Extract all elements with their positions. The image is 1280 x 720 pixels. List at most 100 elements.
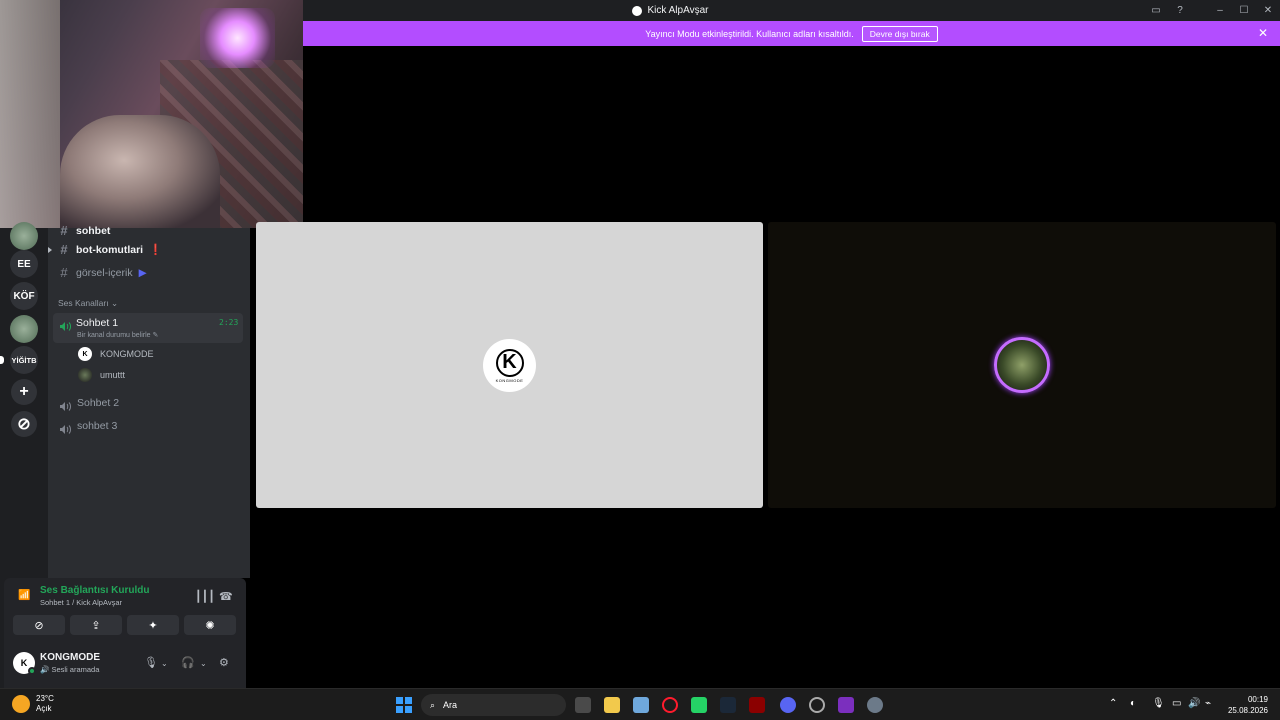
banner-text: Yayıncı Modu etkinleştirildi. Kullanıcı … — [645, 28, 854, 39]
voice-member[interactable]: K KONGMODE — [78, 347, 154, 361]
file-explorer-icon[interactable] — [604, 697, 620, 713]
voice-location[interactable]: Sohbet 1 / Kick AlpAvşar — [40, 598, 122, 607]
noise-suppression-icon[interactable]: ┃┃┃ — [195, 590, 215, 603]
speaker-icon — [60, 421, 71, 434]
search-icon: ⌕ — [430, 699, 436, 710]
tray-overflow-icon[interactable]: ⌃ — [1109, 698, 1117, 709]
streamer-mode-banner: Yayıncı Modu etkinleştirildi. Kullanıcı … — [303, 21, 1280, 46]
participant-tile-kongmode[interactable]: K KONGMODE — [256, 222, 763, 508]
webcam-overlay — [0, 0, 303, 228]
participant-tile-umuttt[interactable] — [768, 222, 1276, 508]
server-kof[interactable]: KÖF — [10, 282, 38, 310]
taskbar-clock[interactable]: 00:19 25.08.2026 — [1228, 694, 1268, 716]
clock-date: 25.08.2026 — [1227, 706, 1268, 715]
tray-mic-icon[interactable]: 🎙 — [1152, 698, 1165, 709]
voice-status[interactable]: Ses Bağlantısı Kuruldu — [40, 585, 149, 596]
participant-avatar: K KONGMODE — [483, 339, 536, 392]
chevron-down-icon: ⌄ — [110, 298, 119, 308]
taskbar-search[interactable]: ⌕ Ara — [421, 694, 566, 716]
banner-close-icon[interactable]: ✕ — [1258, 26, 1268, 40]
disable-streamer-mode-button[interactable]: Devre dışı bırak — [861, 25, 938, 42]
play-emoji-icon: ▶ — [138, 266, 147, 279]
chevron-down-icon[interactable]: ⌄ — [161, 659, 168, 668]
microphone-icon[interactable]: 🎙 — [144, 656, 158, 669]
steam-icon[interactable] — [720, 697, 736, 713]
opera-icon[interactable] — [662, 697, 678, 713]
tray-network-icon[interactable]: ⌁ — [1205, 698, 1211, 709]
screen-share-button[interactable]: ⇪ — [70, 615, 122, 635]
disconnect-icon[interactable]: ☎ — [219, 590, 233, 603]
minimize-button[interactable]: – — [1208, 0, 1232, 21]
server-ee[interactable]: EE — [10, 250, 38, 278]
unread-caret-icon — [48, 247, 52, 253]
app-icon[interactable] — [749, 697, 765, 713]
channel-gorsel-icerik[interactable]: # görsel-içerik ▶ — [58, 265, 147, 280]
taskbar: 23°C Açık ⌕ Ara ⌃ ◐ 🎙 ▭ 🔊 ⌁ 00:19 25.08.… — [0, 688, 1280, 720]
camera-off-button[interactable]: ⊘ — [13, 615, 65, 635]
online-status-indicator — [28, 667, 36, 675]
server-icon-top[interactable] — [10, 222, 38, 250]
neon-sign — [200, 8, 275, 68]
window-controls: ▭ ? – ☐ ✕ — [1144, 0, 1280, 21]
maximize-button[interactable]: ☐ — [1232, 0, 1256, 21]
voice-timer: 2:23 — [219, 318, 239, 327]
tray-app-icon[interactable]: ◐ — [1130, 698, 1136, 709]
speaker-icon — [60, 318, 71, 331]
help-icon[interactable]: ? — [1168, 0, 1192, 21]
channel-label: görsel-içerik — [76, 266, 133, 279]
store-icon[interactable] — [633, 697, 649, 713]
member-name: umuttt — [100, 370, 126, 380]
avatar-caption: KONGMODE — [495, 377, 524, 383]
signal-icon[interactable]: 📶 — [18, 590, 30, 601]
participant-avatar-speaking — [994, 337, 1050, 393]
discord-logo-icon — [631, 5, 642, 16]
weather-widget[interactable]: 23°C Açık — [12, 694, 54, 714]
settings-gear-icon[interactable]: ⚙ — [219, 656, 229, 669]
channel-sidebar: # sohbet # bot-komutlari ❗ # görsel-içer… — [48, 223, 250, 578]
discord-taskbar-icon[interactable] — [780, 697, 796, 713]
start-button[interactable] — [396, 697, 412, 713]
channel-status-prompt[interactable]: Bir kanal durumu belirle ✎ — [77, 331, 158, 339]
hash-icon: # — [60, 265, 68, 280]
avatar-letter: K — [495, 348, 524, 377]
voice-member[interactable]: umuttt — [78, 368, 125, 382]
server-image[interactable] — [10, 315, 38, 343]
server-yigitb[interactable]: YİĞİTB — [10, 346, 38, 374]
channel-label: sohbet — [76, 224, 111, 237]
inbox-icon[interactable]: ▭ — [1144, 0, 1168, 21]
chevron-down-icon[interactable]: ⌄ — [200, 659, 207, 668]
status-prompt-text: Bir kanal durumu belirle — [77, 332, 151, 339]
user-status: 🔊 Sesli aramada — [40, 665, 100, 674]
add-server-icon[interactable]: + — [11, 379, 37, 405]
clapper-icon[interactable] — [838, 697, 854, 713]
channel-bot-komutlari[interactable]: # bot-komutlari ❗ — [58, 242, 162, 257]
tray-volume-icon[interactable]: 🔊 — [1188, 698, 1200, 709]
category-label: Ses Kanalları — [58, 298, 109, 308]
tray-monitor-icon[interactable]: ▭ — [1172, 698, 1181, 709]
user-name[interactable]: KONGMODE — [40, 652, 100, 663]
pencil-icon: ✎ — [152, 332, 159, 339]
soundboard-button[interactable]: ✺ — [184, 615, 236, 635]
voice-channel-sohbet-2[interactable]: Sohbet 2 — [77, 397, 119, 409]
whatsapp-icon[interactable] — [691, 697, 707, 713]
member-avatar — [78, 368, 92, 382]
hash-icon: # — [60, 223, 68, 238]
voice-category-header[interactable]: Ses Kanalları ⌄ — [58, 298, 118, 309]
weather-temp: 23°C — [36, 694, 54, 703]
window-title: Kick AlpAvşar — [647, 5, 709, 16]
headphones-icon[interactable]: 🎧 — [181, 656, 195, 669]
clock-time: 00:19 — [1247, 695, 1268, 704]
task-view-icon[interactable] — [575, 697, 591, 713]
webcam-background-door — [0, 0, 60, 228]
settings-taskbar-icon[interactable] — [867, 697, 883, 713]
exclamation-icon: ❗ — [149, 244, 163, 256]
close-window-button[interactable]: ✕ — [1256, 0, 1280, 21]
channel-sohbet[interactable]: # sohbet — [58, 223, 110, 238]
weather-desc: Açık — [36, 704, 52, 713]
voice-connection-panel: 📶 Ses Bağlantısı Kuruldu Sohbet 1 / Kick… — [4, 578, 246, 688]
explore-servers-icon[interactable]: ⊘ — [11, 411, 37, 437]
voice-channel-sohbet-3[interactable]: sohbet 3 — [77, 420, 117, 432]
chrome-icon[interactable] — [809, 697, 825, 713]
voice-channel-sohbet-1[interactable]: Sohbet 1 — [76, 317, 118, 329]
activities-button[interactable]: ✦ — [127, 615, 179, 635]
